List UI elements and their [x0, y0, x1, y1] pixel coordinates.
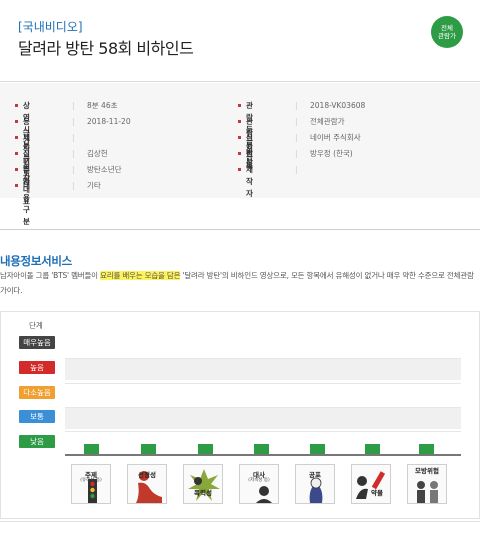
info-separator: |: [295, 149, 298, 158]
content-description: 남자아이돌 그룹 'BTS' 멤버들이 요리를 배우는 모습을 담은 '달려라 …: [0, 268, 480, 298]
section-divider: [0, 229, 480, 230]
category-label: 모방위험: [415, 467, 439, 475]
grid-band: [65, 407, 461, 429]
category-label: 폭력성: [194, 489, 212, 497]
description-text: 남자아이돌 그룹 'BTS' 멤버들이: [0, 271, 101, 280]
chart-bottom-border: [0, 521, 480, 522]
info-separator: |: [72, 133, 75, 142]
category-sexuality: 선정성: [124, 462, 170, 510]
bar-7: [418, 444, 434, 454]
description-highlight: 요리를 배우는 모습을 담은: [100, 271, 181, 280]
info-value: 2018-11-20: [87, 117, 131, 126]
info-separator: |: [72, 101, 75, 110]
category-horror: 공포: [292, 462, 338, 510]
category-label: 공포: [309, 471, 321, 479]
page-title: 달려라 방탄 58회 비하인드: [18, 39, 194, 58]
grid-line: [65, 431, 461, 432]
category-dialogue: 대사 (저속성 등): [236, 462, 282, 510]
level-label-low: 낮음: [19, 435, 55, 448]
info-panel: 상영시간 | 8분 46초 관람등급번호 | 2018-VK03608 등급분류…: [0, 83, 480, 226]
rating-badge: 전체 관람가: [431, 16, 463, 48]
level-label-very-high: 매우높음: [19, 336, 55, 349]
grid-line: [65, 358, 461, 359]
category-label: 선정성: [138, 471, 156, 479]
grid-line: [65, 407, 461, 408]
bar-4: [253, 444, 269, 454]
drugs-icon: [351, 464, 391, 504]
category-label: 약물: [371, 489, 383, 497]
info-separator: |: [72, 149, 75, 158]
grid-line: [65, 383, 461, 384]
info-label: 제작자: [238, 165, 253, 198]
violence-icon: [183, 464, 223, 504]
level-label-high: 높음: [19, 361, 55, 374]
bar-3: [197, 444, 213, 454]
bar-2: [140, 444, 156, 454]
bar-1: [83, 444, 99, 454]
info-separator: |: [72, 117, 75, 126]
info-separator: |: [295, 101, 298, 110]
level-label-somewhat-high: 다소높음: [19, 386, 55, 399]
info-separator: |: [295, 117, 298, 126]
info-value: 네이버 주식회사: [310, 133, 361, 142]
info-value: 방우정 (한국): [310, 149, 353, 158]
info-value: 전체관람가: [310, 117, 345, 126]
category-label: [국내비디오]: [18, 20, 83, 34]
info-value: 방탄소년단: [87, 165, 122, 174]
info-separator: |: [72, 165, 75, 174]
category-sublabel: (저속성 등): [248, 478, 270, 483]
category-violence: 폭력성: [180, 462, 226, 510]
info-label: 내용구분: [15, 181, 30, 226]
bar-6: [364, 444, 380, 454]
section-title: 내용정보서비스: [0, 254, 72, 268]
category-imitation: 모방위험: [404, 462, 450, 510]
category-theme: 주제 (유해성 등): [68, 462, 114, 510]
bar-5: [309, 444, 325, 454]
category-sublabel: (유해성 등): [80, 478, 102, 483]
info-separator: |: [295, 133, 298, 142]
rating-badge-text: 전체 관람가: [438, 24, 456, 40]
info-value: 김상헌: [87, 149, 108, 158]
info-value: 기타: [87, 181, 101, 190]
info-value: 2018-VK03608: [310, 101, 366, 110]
chart-baseline: [65, 454, 461, 456]
grid-band: [65, 358, 461, 380]
title-header: [국내비디오] 달려라 방탄 58회 비하인드 전체 관람가: [0, 0, 480, 82]
y-axis-header: 단계: [29, 321, 43, 330]
level-label-medium: 보통: [19, 410, 55, 423]
info-separator: |: [295, 165, 298, 174]
category-drugs: 약물: [348, 462, 394, 510]
info-separator: |: [72, 181, 75, 190]
info-value: 8분 46초: [87, 101, 118, 110]
